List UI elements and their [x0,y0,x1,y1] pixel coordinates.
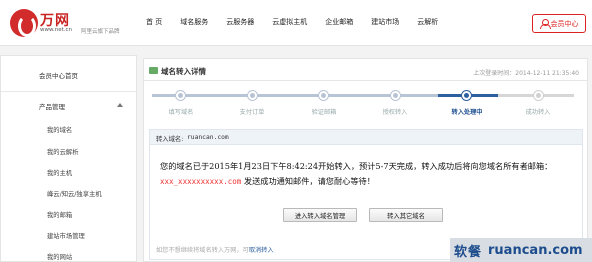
notice-text-2: 发送成功通知邮件，请您耐心等待！ [241,176,375,186]
sidebar: 会员中心首页 产品管理 我的域名 我的云解析 我的主机 峰云/知云/独享主机 我… [0,55,137,262]
sidebar-item-my-hosts[interactable]: 我的主机 [47,168,72,177]
top-header: 万网 www.net.cn 阿里云旗下品牌 首 页 域名服务 云服务器 云虚拟主… [0,0,592,46]
watermark-chinese: 软餐 [454,244,483,260]
main-nav: 首 页 域名服务 云服务器 云虚拟主机 企业邮箱 建站市场 云解析 [146,17,456,27]
nav-item-site-market[interactable]: 建站市场 [371,17,399,27]
cancel-transfer-link[interactable]: 取消转入 [249,247,274,254]
nav-item-dns[interactable]: 云解析 [417,17,438,27]
domain-label: 转入域名: [156,136,184,143]
step-label-authorize: 授权转入 [382,109,408,116]
sidebar-item-my-email[interactable]: 我的邮箱 [47,210,72,219]
member-center-label: 会员中心 [550,19,579,28]
transfer-domain-header: 转入域名: ruancan.com [150,130,582,145]
member-center-button[interactable]: 会员中心 [532,14,586,33]
watermark-url: ruancan.com [488,242,583,258]
brand-logo-icon[interactable] [10,9,38,37]
nav-item-virtual-host[interactable]: 云虚拟主机 [272,17,307,27]
nav-item-domain[interactable]: 域名服务 [180,17,208,27]
cancel-note: 如您不想继续将域名转入万网，可取消转入 [156,245,274,254]
sidebar-item-my-sites[interactable]: 我的网站 [47,252,72,261]
sidebar-item-exclusive-hosts[interactable]: 峰云/知云/独享主机 [47,189,102,198]
brand-slogan: 阿里云旗下品牌 [81,29,120,35]
panel-title-icon [149,67,158,74]
sidebar-item-home[interactable]: 会员中心首页 [39,70,78,80]
step-label-verify-email: 验证邮箱 [311,109,337,116]
sidebar-group-products[interactable]: 产品管理 [39,101,65,111]
notice-text-1: 您的域名已于2015年1月23日下午8:42:24开始转入，预计5-7天完成，转… [160,161,553,171]
user-icon [539,19,551,29]
step-label-fill-domain: 填写域名 [168,109,194,116]
sidebar-item-my-domains[interactable]: 我的域名 [47,125,72,134]
step-dot-2 [248,91,257,100]
title-divider [144,80,587,81]
main-panel: 域名转入详情 上次登录时间：2014-12-11 21:35:40 填写域名 支… [143,58,588,262]
step-dot-6 [534,91,543,100]
owner-email: xxx_xxxxxxxxxx.com [160,177,242,186]
sidebar-item-my-dns[interactable]: 我的云解析 [47,147,78,156]
step-label-pay-order: 支付订单 [239,109,265,116]
nav-item-home[interactable]: 首 页 [146,17,162,27]
transfer-other-button[interactable]: 转入其它域名 [369,208,443,222]
transfer-notice: 您的域名已于2015年1月23日下午8:42:24开始转入，预计5-7天完成，转… [160,159,560,189]
brand-url: www.net.cn [40,27,73,33]
cancel-note-text: 如您不想继续将域名转入万网，可 [156,247,249,254]
step-dot-5 [462,91,471,100]
nav-item-email[interactable]: 企业邮箱 [325,17,353,27]
page-title: 域名转入详情 [161,67,206,76]
domain-value: ruancan.com [187,134,229,141]
step-label-success: 成功转入 [525,109,551,116]
step-dot-3 [319,91,328,100]
step-dot-4 [391,91,400,100]
sidebar-item-site-market[interactable]: 建站市场管理 [47,231,85,240]
caret-up-icon[interactable] [117,103,123,107]
step-label-processing: 转入处理中 [451,109,483,116]
last-login-time: 上次登录时间：2014-12-11 21:35:40 [473,70,579,77]
sidebar-divider [1,91,136,92]
site-watermark: 软餐 ruancan.com [450,238,592,262]
step-dot-1 [176,91,185,100]
nav-item-cloud-server[interactable]: 云服务器 [226,17,254,27]
manage-transfer-button[interactable]: 进入转入域名管理 [283,208,357,222]
